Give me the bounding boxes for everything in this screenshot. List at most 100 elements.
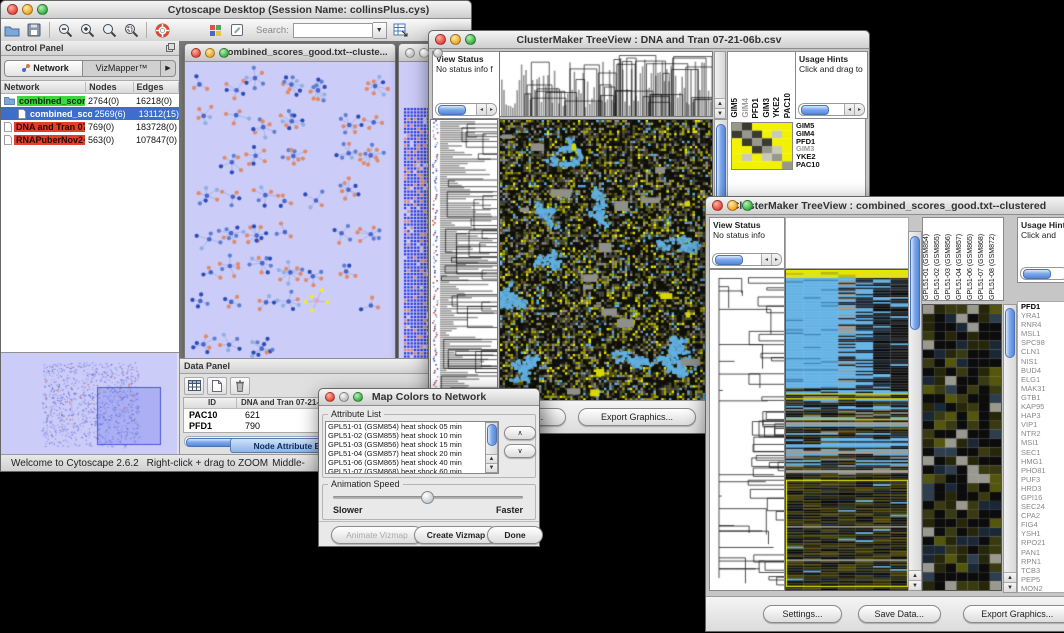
gene-label[interactable]: HAP3: [1021, 411, 1064, 420]
usage-hints-scrollbar[interactable]: ◂▸: [798, 103, 865, 116]
tv1-zoom-matrix-canvas[interactable]: [731, 122, 793, 170]
row-label[interactable]: PAC10: [796, 161, 820, 169]
move-up-button[interactable]: ∧: [504, 426, 536, 440]
gene-label[interactable]: CLN1: [1021, 347, 1064, 356]
gene-label[interactable]: PAN1: [1021, 548, 1064, 557]
zoom-in-icon[interactable]: [77, 21, 97, 39]
select-attributes-icon[interactable]: [184, 377, 204, 395]
scroll-thumb[interactable]: [487, 424, 497, 446]
scroll-up-arrow[interactable]: ▲: [715, 98, 725, 108]
gene-label[interactable]: SPC98: [1021, 338, 1064, 347]
zoom-button[interactable]: [742, 200, 753, 211]
attribute-item[interactable]: GPL51-03 (GSM856) heat shock 15 min: [326, 440, 498, 449]
network-row[interactable]: combined_scores_2764(0)16218(0): [1, 94, 179, 107]
attribute-item[interactable]: GPL51-02 (GSM855) heat shock 10 min: [326, 431, 498, 440]
close-button[interactable]: [325, 392, 335, 402]
minimize-button[interactable]: [419, 48, 429, 58]
zoom-out-icon[interactable]: [55, 21, 75, 39]
scroll-up-arrow[interactable]: ▲: [909, 570, 921, 580]
attribute-list-scrollbar[interactable]: ▲▼: [485, 422, 498, 473]
dialog-titlebar[interactable]: Map Colors to Network: [319, 389, 539, 406]
tv2-heatmap-canvas[interactable]: [785, 269, 909, 591]
zoom-button[interactable]: [433, 48, 443, 58]
gene-label[interactable]: VIP1: [1021, 420, 1064, 429]
network-row[interactable]: combined_sco2569(6)13112(15): [1, 107, 179, 120]
network-graph-canvas[interactable]: [185, 62, 393, 362]
minimize-button[interactable]: [339, 392, 349, 402]
row-dendrogram-canvas[interactable]: [430, 119, 498, 401]
gene-label[interactable]: NTR2: [1021, 429, 1064, 438]
gene-label[interactable]: SEC24: [1021, 502, 1064, 511]
gene-label[interactable]: NIS1: [1021, 357, 1064, 366]
vizmapper-shortcut-icon[interactable]: [205, 21, 225, 39]
scroll-right-arrow[interactable]: ▸: [771, 254, 781, 265]
export-graphics-button[interactable]: Export Graphics...: [578, 408, 696, 426]
gene-label[interactable]: BUD4: [1021, 366, 1064, 375]
minimize-button[interactable]: [22, 4, 33, 15]
gene-label[interactable]: GTB1: [1021, 393, 1064, 402]
scroll-down-arrow[interactable]: ▼: [1004, 582, 1016, 592]
attribute-item[interactable]: GPL51-06 (GSM865) heat shock 40 min: [326, 458, 498, 467]
zoom-button[interactable]: [353, 392, 363, 402]
gene-label[interactable]: MSL1: [1021, 329, 1064, 338]
attribute-item[interactable]: GPL51-01 (GSM854) heat shock 05 min: [326, 422, 498, 431]
speed-slider-thumb[interactable]: [421, 491, 434, 504]
close-button[interactable]: [712, 200, 723, 211]
help-lifesaver-icon[interactable]: [152, 21, 172, 39]
gene-label[interactable]: RNR4: [1021, 320, 1064, 329]
gene-label[interactable]: MSI1: [1021, 438, 1064, 447]
gene-label[interactable]: HRD3: [1021, 484, 1064, 493]
annotation-icon[interactable]: [227, 21, 247, 39]
usage-hints-scrollbar[interactable]: [1020, 267, 1064, 280]
tv1-coldendro-scrollbar[interactable]: ▲▼: [714, 51, 726, 119]
gene-label[interactable]: PUF3: [1021, 475, 1064, 484]
gene-label[interactable]: PEP5: [1021, 575, 1064, 584]
gene-label[interactable]: RPN1: [1021, 557, 1064, 566]
birdseye-canvas[interactable]: [1, 353, 177, 455]
zoom-button[interactable]: [37, 4, 48, 15]
gene-label[interactable]: HMG1: [1021, 457, 1064, 466]
close-button[interactable]: [191, 48, 201, 58]
tv1-heatmap-canvas[interactable]: [499, 119, 713, 401]
scroll-down-arrow[interactable]: ▼: [909, 580, 921, 590]
scroll-up-arrow[interactable]: ▲: [486, 454, 497, 463]
scroll-right-arrow[interactable]: ▸: [486, 104, 496, 115]
move-down-button[interactable]: ∨: [504, 444, 536, 458]
gene-label[interactable]: ELG1: [1021, 375, 1064, 384]
import-table-icon[interactable]: [391, 21, 411, 39]
new-attribute-icon[interactable]: [207, 377, 227, 395]
gene-label[interactable]: MON2: [1021, 584, 1064, 593]
scroll-thumb[interactable]: [1023, 269, 1051, 279]
scroll-left-arrow[interactable]: ◂: [761, 254, 771, 265]
tv2-heatmap-scrollbar[interactable]: ▲▼: [908, 231, 922, 591]
scroll-right-arrow[interactable]: ▸: [854, 104, 864, 115]
search-dropdown-arrow[interactable]: ▼: [373, 22, 387, 39]
gene-label[interactable]: CPA2: [1021, 511, 1064, 520]
zoom-selected-icon[interactable]: [99, 21, 119, 39]
tab-overflow-button[interactable]: ▶: [161, 60, 176, 77]
scroll-thumb[interactable]: [438, 105, 466, 115]
settings-button[interactable]: Settings...: [763, 605, 842, 623]
minimize-button[interactable]: [727, 200, 738, 211]
search-input[interactable]: [293, 23, 373, 38]
minimize-button[interactable]: [205, 48, 215, 58]
gene-label[interactable]: TCB3: [1021, 566, 1064, 575]
tab-network[interactable]: Network: [4, 60, 83, 77]
attribute-list[interactable]: GPL51-01 (GSM854) heat shock 05 minGPL51…: [325, 421, 499, 474]
tv2-zoom-heatmap-canvas[interactable]: [922, 304, 1002, 591]
gene-label[interactable]: MAK31: [1021, 384, 1064, 393]
scroll-up-arrow[interactable]: ▲: [1004, 572, 1016, 582]
tv2-titlebar[interactable]: ClusterMaker TreeView : combined_scores_…: [706, 197, 1064, 215]
open-session-icon[interactable]: [2, 21, 22, 39]
done-button[interactable]: Done: [487, 526, 543, 544]
view-status-scrollbar[interactable]: ◂▸: [435, 103, 497, 116]
network-view-titlebar[interactable]: combined_scores_good.txt--cluste...: [185, 44, 395, 62]
close-button[interactable]: [435, 34, 446, 45]
column-dendrogram-canvas[interactable]: [499, 51, 713, 117]
gene-label[interactable]: SEC1: [1021, 448, 1064, 457]
scroll-thumb[interactable]: [910, 236, 920, 330]
gene-label[interactable]: PHO81: [1021, 466, 1064, 475]
close-button[interactable]: [405, 48, 415, 58]
animate-vizmap-button[interactable]: Animate Vizmap: [331, 526, 423, 544]
scroll-down-arrow[interactable]: ▼: [486, 463, 497, 472]
